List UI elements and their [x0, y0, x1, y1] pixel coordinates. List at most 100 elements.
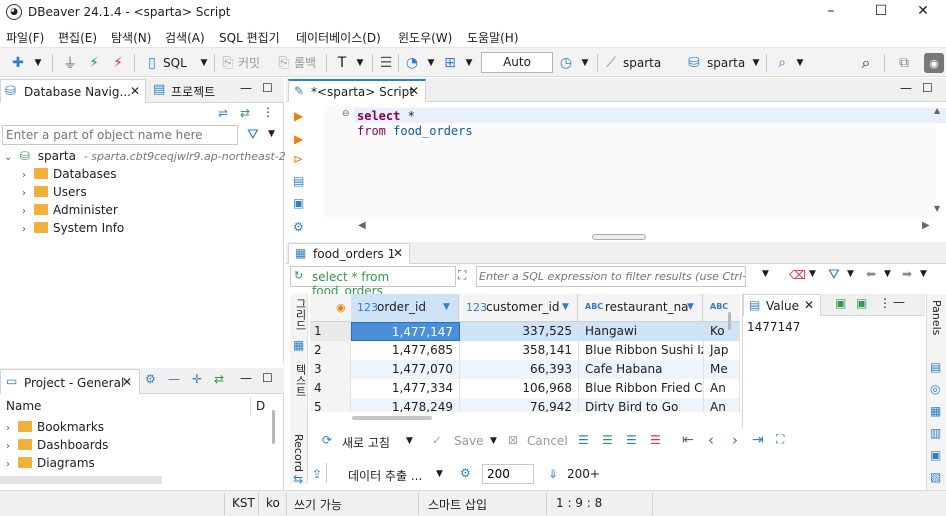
- cell-customer-id[interactable]: 76,942: [460, 398, 579, 412]
- filter-dropdown-icon[interactable]: ▼: [847, 269, 854, 279]
- edit-row-icon[interactable]: ☰: [578, 433, 589, 447]
- delete-row-icon[interactable]: ☰: [650, 433, 661, 447]
- menu-file[interactable]: 파일(F): [6, 29, 44, 46]
- back-dropdown-icon[interactable]: ▼: [884, 269, 891, 279]
- grid-vertical-scrollbar[interactable]: [728, 312, 731, 330]
- close-icon[interactable]: ✕: [409, 84, 419, 98]
- cell-order-id[interactable]: 1,477,334: [351, 379, 460, 398]
- export-icon[interactable]: ⇪: [312, 467, 322, 481]
- database-dropdown-icon[interactable]: ▼: [746, 53, 766, 73]
- tab-value[interactable]: ▤ Value ✕: [743, 294, 821, 316]
- grid-icon[interactable]: ▦: [293, 338, 304, 352]
- cell-cuisine[interactable]: Jap: [704, 341, 740, 360]
- column-header-order-id[interactable]: 123 order_id ▼: [351, 294, 459, 322]
- menu-window[interactable]: 윈도우(W): [398, 29, 452, 46]
- maximize-panel-icon[interactable]: ☐: [262, 81, 273, 95]
- select-all-icon[interactable]: ◉: [336, 301, 346, 314]
- network-dropdown-icon[interactable]: ▼: [459, 53, 479, 73]
- previous-page-icon[interactable]: ‹: [708, 431, 714, 449]
- save-button[interactable]: Save: [454, 434, 483, 448]
- gauge-dropdown-icon[interactable]: ▼: [421, 53, 441, 73]
- menu-sql-editor[interactable]: SQL 편집기: [219, 29, 280, 46]
- table-row[interactable]: 1 1,477,147 337,525 Hangawi Ko: [310, 322, 740, 341]
- sort-dropdown-icon[interactable]: ▼: [687, 302, 694, 312]
- first-page-icon[interactable]: ⇤: [682, 432, 694, 448]
- cell-cuisine[interactable]: Ko: [704, 322, 740, 341]
- cell-order-id[interactable]: 1,477,070: [351, 360, 460, 379]
- project-item-dashboards[interactable]: › Dashboards: [6, 436, 108, 454]
- cancel-button[interactable]: Cancel: [527, 434, 568, 448]
- refresh-dropdown-icon[interactable]: ▼: [406, 436, 413, 446]
- fetch-size-settings-icon[interactable]: ⚙: [460, 466, 471, 480]
- sql-editor-icon[interactable]: ▯: [142, 53, 162, 73]
- cell-restaurant-name[interactable]: Hangawi: [579, 322, 704, 341]
- execute-statement-icon[interactable]: ▶: [294, 109, 303, 123]
- cell-order-id[interactable]: 1,478,249: [351, 398, 460, 412]
- minimize-panel-icon[interactable]: —: [240, 371, 252, 385]
- history-icon[interactable]: ◷: [556, 53, 576, 73]
- maximize-panel-icon[interactable]: ☐: [262, 371, 273, 385]
- cell-restaurant-name[interactable]: Blue Ribbon Fried Chic: [579, 379, 704, 398]
- cell-customer-id[interactable]: 337,525: [460, 322, 579, 341]
- forward-arrow-icon[interactable]: ➡: [902, 267, 912, 281]
- perspective-icon[interactable]: ⧉: [894, 53, 914, 73]
- tab-panels[interactable]: Panels: [930, 300, 943, 335]
- copy-row-icon[interactable]: ☰: [626, 433, 637, 447]
- sort-dropdown-icon[interactable]: ▼: [562, 302, 569, 312]
- expand-icon[interactable]: ✛: [192, 372, 202, 386]
- sql-dropdown-icon[interactable]: ▼: [194, 53, 214, 73]
- panel-grouping-icon[interactable]: ▥: [930, 426, 941, 440]
- panel-calc-icon[interactable]: ▦: [930, 404, 941, 418]
- save-dropdown-icon[interactable]: ▼: [490, 436, 497, 446]
- tab-food-orders[interactable]: ▦ food_orders 1 ✕: [288, 243, 410, 264]
- minimize-button[interactable]: –: [808, 3, 854, 23]
- refresh-icon[interactable]: ⟳: [322, 433, 332, 447]
- commit-button[interactable]: 커밋: [238, 53, 260, 73]
- scroll-down-icon[interactable]: ▼: [934, 204, 940, 213]
- eraser-dropdown-icon[interactable]: ▼: [809, 269, 816, 279]
- column-header-restaurant-name[interactable]: ABC restaurant_na ▼: [579, 294, 703, 322]
- minimize-panel-icon[interactable]: —: [900, 81, 912, 95]
- tab-record[interactable]: Record: [292, 434, 305, 472]
- close-icon[interactable]: ✕: [804, 298, 814, 312]
- export-dropdown-icon[interactable]: ▼: [436, 469, 443, 479]
- tree-item-system-info[interactable]: › System Info: [22, 219, 124, 237]
- menu-edit[interactable]: 편집(E): [58, 29, 97, 46]
- save-value-icon[interactable]: ▣: [835, 296, 846, 310]
- scroll-right-icon[interactable]: ▶: [922, 220, 930, 231]
- column-header-cuisine[interactable]: ABC: [704, 294, 740, 322]
- table-row[interactable]: 5 1,478,249 76,942 Dirty Bird to Go An: [310, 398, 740, 412]
- transaction-mode-icon[interactable]: T: [332, 53, 352, 73]
- disconnect-icon[interactable]: ⚡: [108, 53, 128, 73]
- panel-references-icon[interactable]: ▣: [930, 448, 941, 462]
- cell-restaurant-name[interactable]: Cafe Habana: [579, 360, 704, 379]
- cell-customer-id[interactable]: 106,968: [460, 379, 579, 398]
- list-icon[interactable]: ☰: [376, 53, 396, 73]
- chevron-right-icon[interactable]: ›: [22, 221, 34, 239]
- execute-script-icon[interactable]: ⊳: [293, 152, 303, 166]
- sql-button[interactable]: SQL: [163, 53, 187, 73]
- tab-projects[interactable]: 프로젝트: [171, 83, 215, 100]
- panel-metadata-icon[interactable]: ◎: [930, 382, 940, 396]
- code-area[interactable]: ⊖ select * from food_orders: [324, 106, 946, 218]
- back-arrow-icon[interactable]: ⬅: [866, 267, 876, 281]
- column-header-d[interactable]: D: [256, 399, 265, 413]
- panel-chart-icon[interactable]: ▧: [930, 470, 941, 484]
- terminal-icon[interactable]: ▣: [293, 196, 304, 210]
- tab-database-navigator[interactable]: ⛁ Database Navig... ✕: [0, 79, 146, 103]
- execute-in-new-tab-icon[interactable]: ▶: [294, 132, 303, 146]
- cell-order-id[interactable]: 1,477,147: [351, 322, 460, 341]
- filter-history-dropdown-icon[interactable]: ▼: [762, 269, 769, 279]
- new-connection-icon[interactable]: ✚: [8, 53, 28, 73]
- table-row[interactable]: 2 1,477,685 358,141 Blue Ribbon Sushi Iz…: [310, 341, 740, 360]
- global-search-icon[interactable]: ⌕: [856, 53, 876, 73]
- minimize-panel-icon[interactable]: —: [240, 81, 252, 95]
- next-page-icon[interactable]: ›: [732, 431, 738, 449]
- filter-expression-input[interactable]: [476, 266, 746, 287]
- link-editor-icon[interactable]: ⇄: [240, 106, 250, 120]
- tree-item-databases[interactable]: › Databases: [22, 165, 117, 183]
- menu-database[interactable]: 데이터베이스(D): [296, 29, 381, 46]
- grid-horizontal-scrollbar[interactable]: [352, 416, 432, 420]
- expand-filter-icon[interactable]: ⛶: [458, 268, 466, 283]
- database-icon[interactable]: ⛁: [684, 53, 704, 73]
